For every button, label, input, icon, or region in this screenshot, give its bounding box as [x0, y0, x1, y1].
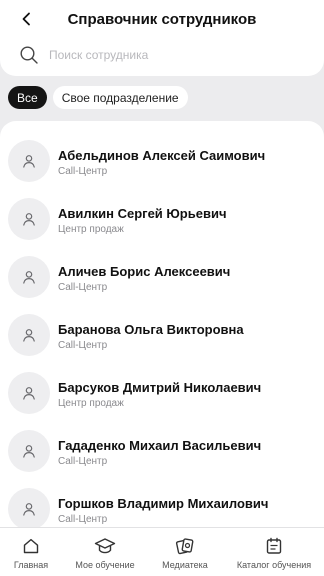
- employee-department: Call-Центр: [58, 282, 108, 293]
- media-library-icon: [175, 536, 195, 556]
- employee-row[interactable]: Барсуков Дмитрий Николаевич Центр продаж: [0, 353, 324, 414]
- employee-name: Авилкин Сергей Юрьевич: [58, 206, 227, 221]
- tab-label: Главная: [13, 560, 49, 570]
- avatar: [8, 198, 50, 240]
- bottom-tab-bar: Главная Мое обучение Медиатека Каталог о…: [0, 527, 324, 576]
- employee-department: Call-Центр: [58, 456, 108, 467]
- tab-learning-catalog[interactable]: Каталог обучения: [234, 528, 314, 576]
- tab-label: Каталог обучения: [236, 560, 312, 570]
- employee-department: Call-Центр: [58, 340, 108, 351]
- user-icon: [23, 329, 35, 342]
- tab-my-learning[interactable]: Мое обучение: [72, 528, 138, 576]
- search-icon[interactable]: [18, 44, 40, 66]
- employee-row[interactable]: Гададенко Михаил Васильевич Call-Центр: [0, 411, 324, 472]
- employee-list: Абельдинов Алексей Саимович Call-Центр А…: [0, 121, 324, 527]
- employee-name: Абельдинов Алексей Саимович: [58, 148, 266, 163]
- user-icon: [23, 387, 35, 400]
- employee-row[interactable]: Горшков Владимир Михаилович Call-Центр: [0, 469, 324, 527]
- avatar: [8, 140, 50, 182]
- employee-department: Центр продаж: [58, 398, 124, 409]
- catalog-icon: [264, 536, 284, 556]
- employee-row[interactable]: Абельдинов Алексей Саимович Call-Центр: [0, 121, 324, 182]
- tab-label: Медиатека: [162, 560, 208, 570]
- user-icon: [23, 271, 35, 284]
- employee-name: Барсуков Дмитрий Николаевич: [58, 380, 262, 395]
- tab-home[interactable]: Главная: [6, 528, 56, 576]
- user-icon: [23, 503, 35, 516]
- employee-row[interactable]: Авилкин Сергей Юрьевич Центр продаж: [0, 179, 324, 240]
- employee-department: Call-Центр: [58, 166, 108, 177]
- page-title: Справочник сотрудников: [67, 11, 257, 28]
- employee-row[interactable]: Аличев Борис Алексеевич Call-Центр: [0, 237, 324, 298]
- employee-department: Call-Центр: [58, 514, 108, 525]
- employee-row[interactable]: Баранова Ольга Викторовна Call-Центр: [0, 295, 324, 356]
- search-bar[interactable]: [18, 42, 308, 68]
- user-icon: [23, 213, 35, 226]
- filter-chips: Все Свое подразделение: [8, 86, 188, 109]
- avatar: [8, 430, 50, 472]
- search-input[interactable]: [49, 48, 299, 62]
- employee-name: Горшков Владимир Михаилович: [58, 496, 269, 511]
- user-icon: [23, 155, 35, 168]
- avatar: [8, 488, 50, 527]
- employee-name: Аличев Борис Алексеевич: [58, 264, 231, 279]
- tab-label: Мое обучение: [75, 560, 135, 570]
- avatar: [8, 372, 50, 414]
- tab-media-library[interactable]: Медиатека: [158, 528, 212, 576]
- graduation-cap-icon: [94, 536, 116, 556]
- avatar: [8, 314, 50, 356]
- employee-name: Гададенко Михаил Васильевич: [58, 438, 262, 453]
- filter-chip-all[interactable]: Все: [8, 86, 47, 109]
- filter-chip-own-department[interactable]: Свое подразделение: [52, 86, 188, 109]
- avatar: [8, 256, 50, 298]
- employee-department: Центр продаж: [58, 224, 124, 235]
- header: Справочник сотрудников: [0, 0, 324, 76]
- user-icon: [23, 445, 35, 458]
- employee-name: Баранова Ольга Викторовна: [58, 322, 244, 337]
- home-icon: [21, 536, 41, 556]
